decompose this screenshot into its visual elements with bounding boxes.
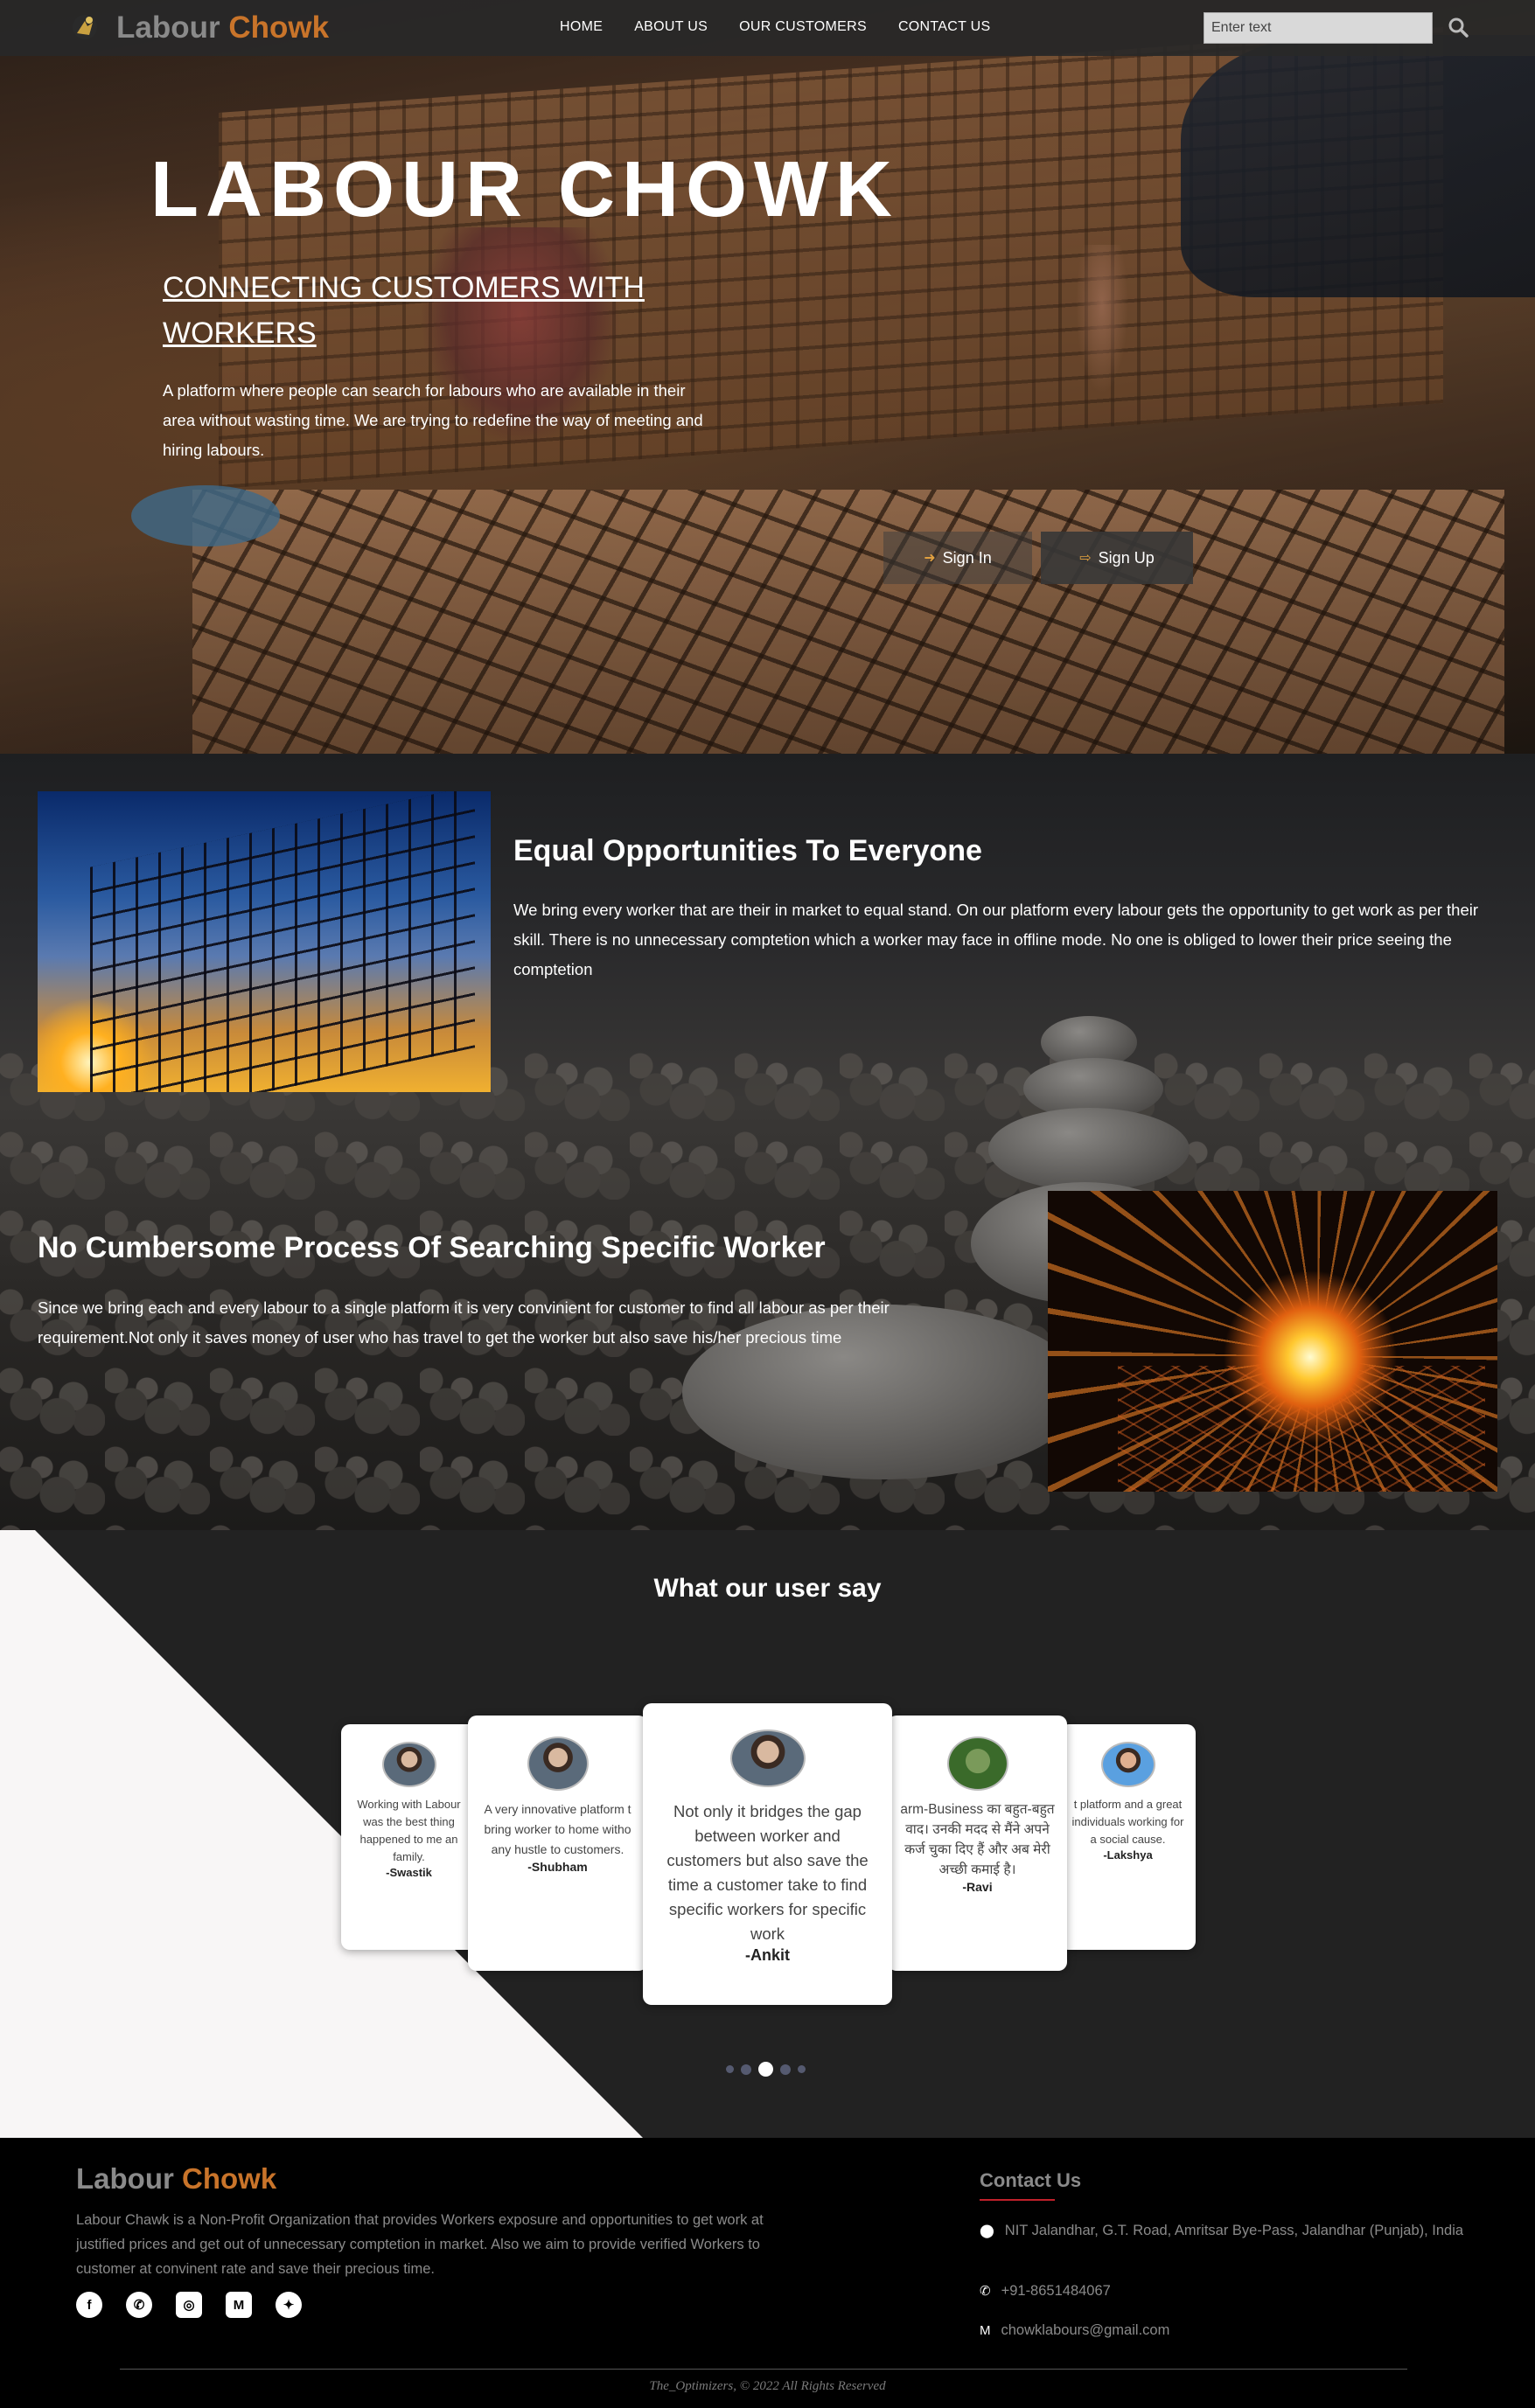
avatar: [729, 1729, 806, 1787]
contact-heading: Contact Us: [980, 2169, 1082, 2191]
phone-icon: ✆: [980, 2284, 991, 2299]
testimonial-quote: A very innovative platform t bring worke…: [484, 1802, 631, 1856]
testimonial-author: -Lakshya: [1103, 1848, 1153, 1862]
testimonial-card[interactable]: Working with Labour was the best thing h…: [341, 1724, 477, 1950]
twitter-icon[interactable]: ✦: [276, 2292, 302, 2318]
hero-bowl: [131, 485, 280, 546]
whatsapp-icon[interactable]: ✆: [126, 2292, 152, 2318]
logo-icon: [73, 15, 97, 39]
nav-link-our-customers[interactable]: OUR CUSTOMERS: [739, 19, 867, 35]
testimonial-author: -Shubham: [527, 1860, 588, 1874]
avatar: [381, 1742, 436, 1787]
footer-brand-logo[interactable]: Labour Chowk: [76, 2162, 276, 2196]
top-navbar: Labour Chowk HOME ABOUT US OUR CUSTOMERS…: [0, 0, 1535, 56]
footer-about-text: Labour Chawk is a Non-Profit Organizatio…: [76, 2212, 764, 2277]
testimonial-card[interactable]: t platform and a great individuals worki…: [1060, 1724, 1196, 1950]
carousel-dot-3-active[interactable]: [758, 2062, 773, 2077]
brand-name-part2: Chowk: [228, 10, 330, 45]
nav-links: HOME ABOUT US OUR CUSTOMERS CONTACT US: [560, 19, 1022, 35]
phone-text: +91-8651484067: [1001, 2283, 1111, 2299]
nav-link-about-us[interactable]: ABOUT US: [634, 19, 708, 35]
contact-phone[interactable]: ✆ +91-8651484067: [980, 2279, 1111, 2304]
testimonials-section: What our user say Working with Labour wa…: [0, 1530, 1535, 2138]
testimonial-author: -Ankit: [745, 1946, 790, 1964]
footer: Labour Chowk Labour Chawk is a Non-Profi…: [0, 2138, 1535, 2408]
testimonial-quote: Working with Labour was the best thing h…: [357, 1798, 461, 1863]
testimonial-card[interactable]: A very innovative platform t bring worke…: [468, 1716, 647, 1971]
hero-description: A platform where people can search for l…: [163, 381, 703, 459]
nav-link-contact-us[interactable]: CONTACT US: [898, 19, 991, 35]
scaffolding-image: [38, 791, 491, 1092]
gmail-icon: M: [980, 2323, 991, 2338]
sign-up-label: Sign Up: [1098, 548, 1155, 567]
feature-text-no-cumbersome: Since we bring each and every labour to …: [38, 1298, 890, 1347]
carousel-dot-5[interactable]: [798, 2065, 806, 2073]
sign-in-icon: ➜: [924, 551, 936, 566]
address-text: NIT Jalandhar, G.T. Road, Amritsar Bye-P…: [1004, 2223, 1464, 2238]
location-pin-icon: ⬤: [980, 2224, 994, 2238]
email-text: chowklabours@gmail.com: [1001, 2322, 1170, 2338]
facebook-icon[interactable]: f: [76, 2292, 102, 2318]
carousel-dot-2[interactable]: [741, 2064, 751, 2075]
feature-heading-no-cumbersome: No Cumbersome Process Of Searching Speci…: [38, 1231, 826, 1264]
hero-tarp: [1181, 35, 1535, 297]
footer-brand-part2: Chowk: [182, 2162, 277, 2195]
welding-sparks-image: [1048, 1191, 1497, 1492]
feature-heading-equal-opportunities: Equal Opportunities To Everyone: [513, 834, 982, 867]
instagram-icon[interactable]: ◎: [176, 2292, 202, 2318]
footer-divider: [120, 2369, 1407, 2370]
carousel-pagination: [726, 2062, 806, 2077]
feature-text-equal-opportunities: We bring every worker that are their in …: [513, 901, 1479, 978]
search-icon[interactable]: [1445, 14, 1473, 42]
social-links: f ✆ ◎ M ✦: [76, 2292, 302, 2318]
search-input[interactable]: [1204, 12, 1433, 44]
contact-heading-underline: [980, 2199, 1055, 2201]
gmail-icon[interactable]: M: [226, 2292, 252, 2318]
testimonial-author: -Swastik: [386, 1866, 432, 1879]
avatar: [527, 1736, 589, 1791]
nav-link-home[interactable]: HOME: [560, 19, 603, 35]
hero-title: LABOUR CHOWK: [150, 146, 899, 233]
carousel-dot-4[interactable]: [780, 2064, 791, 2075]
sign-in-label: Sign In: [942, 548, 992, 567]
testimonial-quote: t platform and a great individuals worki…: [1071, 1798, 1184, 1846]
avatar: [946, 1736, 1008, 1791]
copyright-text: The_Optimizers, © 2022 All Rights Reserv…: [649, 2379, 886, 2393]
hero-child-figure: [1076, 245, 1128, 393]
hero-section: LABOUR CHOWK CONNECTING CUSTOMERS WITH W…: [0, 0, 1535, 754]
testimonial-quote: Not only it bridges the gap between work…: [666, 1802, 869, 1943]
testimonial-author: -Ravi: [962, 1880, 993, 1894]
contact-address: ⬤ NIT Jalandhar, G.T. Road, Amritsar Bye-…: [980, 2218, 1469, 2244]
testimonial-card[interactable]: arm-Business का बहुत-बहुत वाद। उनकी मदद …: [888, 1716, 1067, 1971]
brand-logo[interactable]: Labour Chowk: [116, 10, 329, 45]
avatar: [1100, 1742, 1155, 1787]
features-section: Equal Opportunities To Everyone We bring…: [0, 754, 1535, 1530]
carousel-dot-1[interactable]: [726, 2065, 734, 2073]
sign-up-button[interactable]: ⇨ Sign Up: [1041, 532, 1193, 584]
hero-brick-floor: [192, 490, 1504, 754]
hero-subtitle[interactable]: CONNECTING CUSTOMERS WITH WORKERS: [163, 265, 722, 356]
contact-email[interactable]: Mchowklabours@gmail.com: [980, 2318, 1169, 2343]
brand-name-part1: Labour: [116, 10, 220, 45]
sign-in-button[interactable]: ➜ Sign In: [883, 532, 1032, 584]
testimonials-title: What our user say: [653, 1574, 882, 1603]
testimonial-quote: arm-Business का बहुत-बहुत वाद। उनकी मदद …: [900, 1802, 1055, 1877]
footer-brand-part1: Labour: [76, 2162, 174, 2195]
testimonial-card-active[interactable]: Not only it bridges the gap between work…: [643, 1703, 892, 2005]
sign-up-icon: ⇨: [1079, 551, 1092, 566]
